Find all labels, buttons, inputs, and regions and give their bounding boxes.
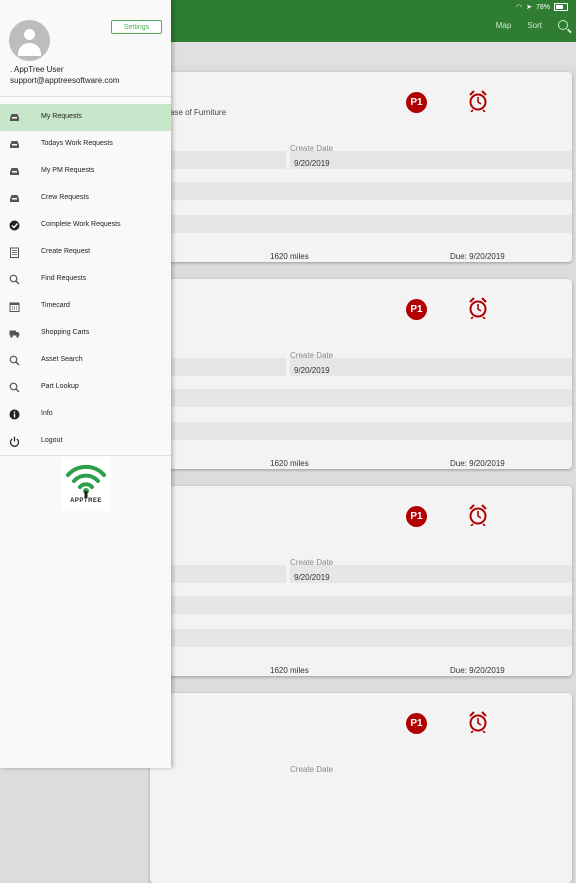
field-box — [150, 215, 572, 233]
menu-item-label: My Requests — [41, 113, 82, 120]
request-card[interactable]: P1 Create Date 9/20/2019 1620 miles Due:… — [150, 486, 572, 676]
menu-item-my-pm-requests[interactable]: My PM Requests — [0, 158, 171, 185]
search-icon[interactable] — [558, 20, 568, 30]
user-email: support@apptreesoftware.com — [10, 76, 120, 85]
wifi-tree-icon — [66, 464, 106, 498]
card-description: ase of Furniture — [170, 108, 227, 117]
field-box — [150, 389, 572, 407]
menu-item-todays-work-requests[interactable]: Todays Work Requests — [0, 131, 171, 158]
apptree-logo: APPTREE — [61, 457, 111, 511]
settings-button[interactable]: Settings — [111, 20, 162, 34]
map-button[interactable]: Map — [496, 21, 512, 30]
request-card[interactable]: P1 Create Date 9/20/2019 1620 miles Due:… — [150, 279, 572, 469]
menu-item-label: Crew Requests — [41, 194, 89, 201]
inbox-icon — [10, 195, 19, 202]
menu-item-label: Part Lookup — [41, 383, 79, 390]
menu-item-label: Timecard — [41, 302, 70, 309]
divider — [0, 455, 171, 456]
field-box — [290, 151, 572, 169]
notepad-icon — [10, 247, 19, 258]
sort-button[interactable]: Sort — [527, 21, 542, 30]
inbox-icon — [10, 168, 19, 175]
location-icon: ➤ — [526, 4, 532, 11]
menu-item-asset-search[interactable]: Asset Search — [0, 347, 171, 374]
search-icon — [9, 355, 20, 366]
distance-value: 1620 miles — [270, 459, 309, 468]
menu-item-label: Info — [41, 410, 53, 417]
menu-item-label: Asset Search — [41, 356, 83, 363]
menu-item-logout[interactable]: Logout — [0, 428, 171, 455]
due-date: Due: 9/20/2019 — [450, 252, 505, 261]
menu-item-label: Find Requests — [41, 275, 87, 282]
menu-item-label: Shopping Carts — [41, 329, 90, 336]
alarm-clock-icon — [469, 297, 487, 319]
menu-item-label: Todays Work Requests — [41, 140, 113, 147]
menu-item-part-lookup[interactable]: Part Lookup — [0, 374, 171, 401]
distance-value: 1620 miles — [270, 252, 309, 261]
create-date-value: 9/20/2019 — [294, 159, 330, 168]
check-circle-icon — [9, 220, 20, 231]
menu-item-crew-requests[interactable]: Crew Requests — [0, 185, 171, 212]
menu-item-my-requests[interactable]: My Requests — [0, 104, 171, 131]
navigation-drawer: Settings . AppTree User support@apptrees… — [0, 0, 171, 768]
due-date: Due: 9/20/2019 — [450, 459, 505, 468]
request-card[interactable]: P1 Create Date — [150, 693, 572, 883]
create-date-value: 9/20/2019 — [294, 366, 330, 375]
truck-icon — [9, 330, 20, 338]
create-date-value: 9/20/2019 — [294, 573, 330, 582]
calendar-icon — [9, 302, 20, 312]
menu-item-shopping-carts[interactable]: Shopping Carts — [0, 320, 171, 347]
due-date: Due: 9/20/2019 — [450, 666, 505, 675]
person-icon — [24, 29, 35, 40]
menu-item-find-requests[interactable]: Find Requests — [0, 266, 171, 293]
status-bar: ◠ ➤ 78% — [516, 2, 568, 12]
field-box — [150, 596, 572, 614]
battery-percent: 78% — [535, 3, 550, 11]
menu-item-label: Logout — [41, 437, 63, 444]
power-icon — [9, 436, 20, 447]
field-box — [150, 629, 572, 647]
alarm-clock-icon — [469, 711, 487, 733]
inbox-icon — [10, 114, 19, 121]
menu-item-info[interactable]: Info — [0, 401, 171, 428]
inbox-icon — [10, 141, 19, 148]
search-icon — [9, 382, 20, 393]
menu-item-label: Complete Work Requests — [41, 221, 121, 228]
wifi-icon: ◠ — [516, 4, 523, 11]
menu-item-timecard[interactable]: Timecard — [0, 293, 171, 320]
request-card[interactable]: ase of Furniture P1 Create Date 9/20/201… — [150, 72, 572, 262]
info-icon — [9, 409, 20, 420]
user-name: . AppTree User — [10, 65, 64, 74]
priority-badge: P1 — [406, 299, 427, 320]
logo-text: APPTREE — [70, 498, 102, 504]
priority-badge: P1 — [406, 92, 427, 113]
field-box — [290, 565, 572, 583]
field-box — [150, 182, 572, 200]
create-date-label: Create Date — [290, 765, 334, 774]
menu-item-create-request[interactable]: Create Request — [0, 239, 171, 266]
field-box — [290, 358, 572, 376]
divider — [0, 96, 171, 97]
distance-value: 1620 miles — [270, 666, 309, 675]
drawer-menu: My Requests Todays Work Requests My PM R… — [0, 104, 171, 455]
menu-item-label: Create Request — [41, 248, 91, 255]
search-icon — [9, 274, 20, 285]
priority-badge: P1 — [406, 713, 427, 734]
alarm-clock-icon — [469, 90, 487, 112]
menu-item-label: My PM Requests — [41, 167, 95, 174]
battery-icon — [554, 3, 568, 11]
priority-badge: P1 — [406, 506, 427, 527]
field-box — [150, 422, 572, 440]
alarm-clock-icon — [469, 504, 487, 526]
avatar[interactable] — [9, 20, 50, 61]
menu-item-complete-work-requests[interactable]: Complete Work Requests — [0, 212, 171, 239]
